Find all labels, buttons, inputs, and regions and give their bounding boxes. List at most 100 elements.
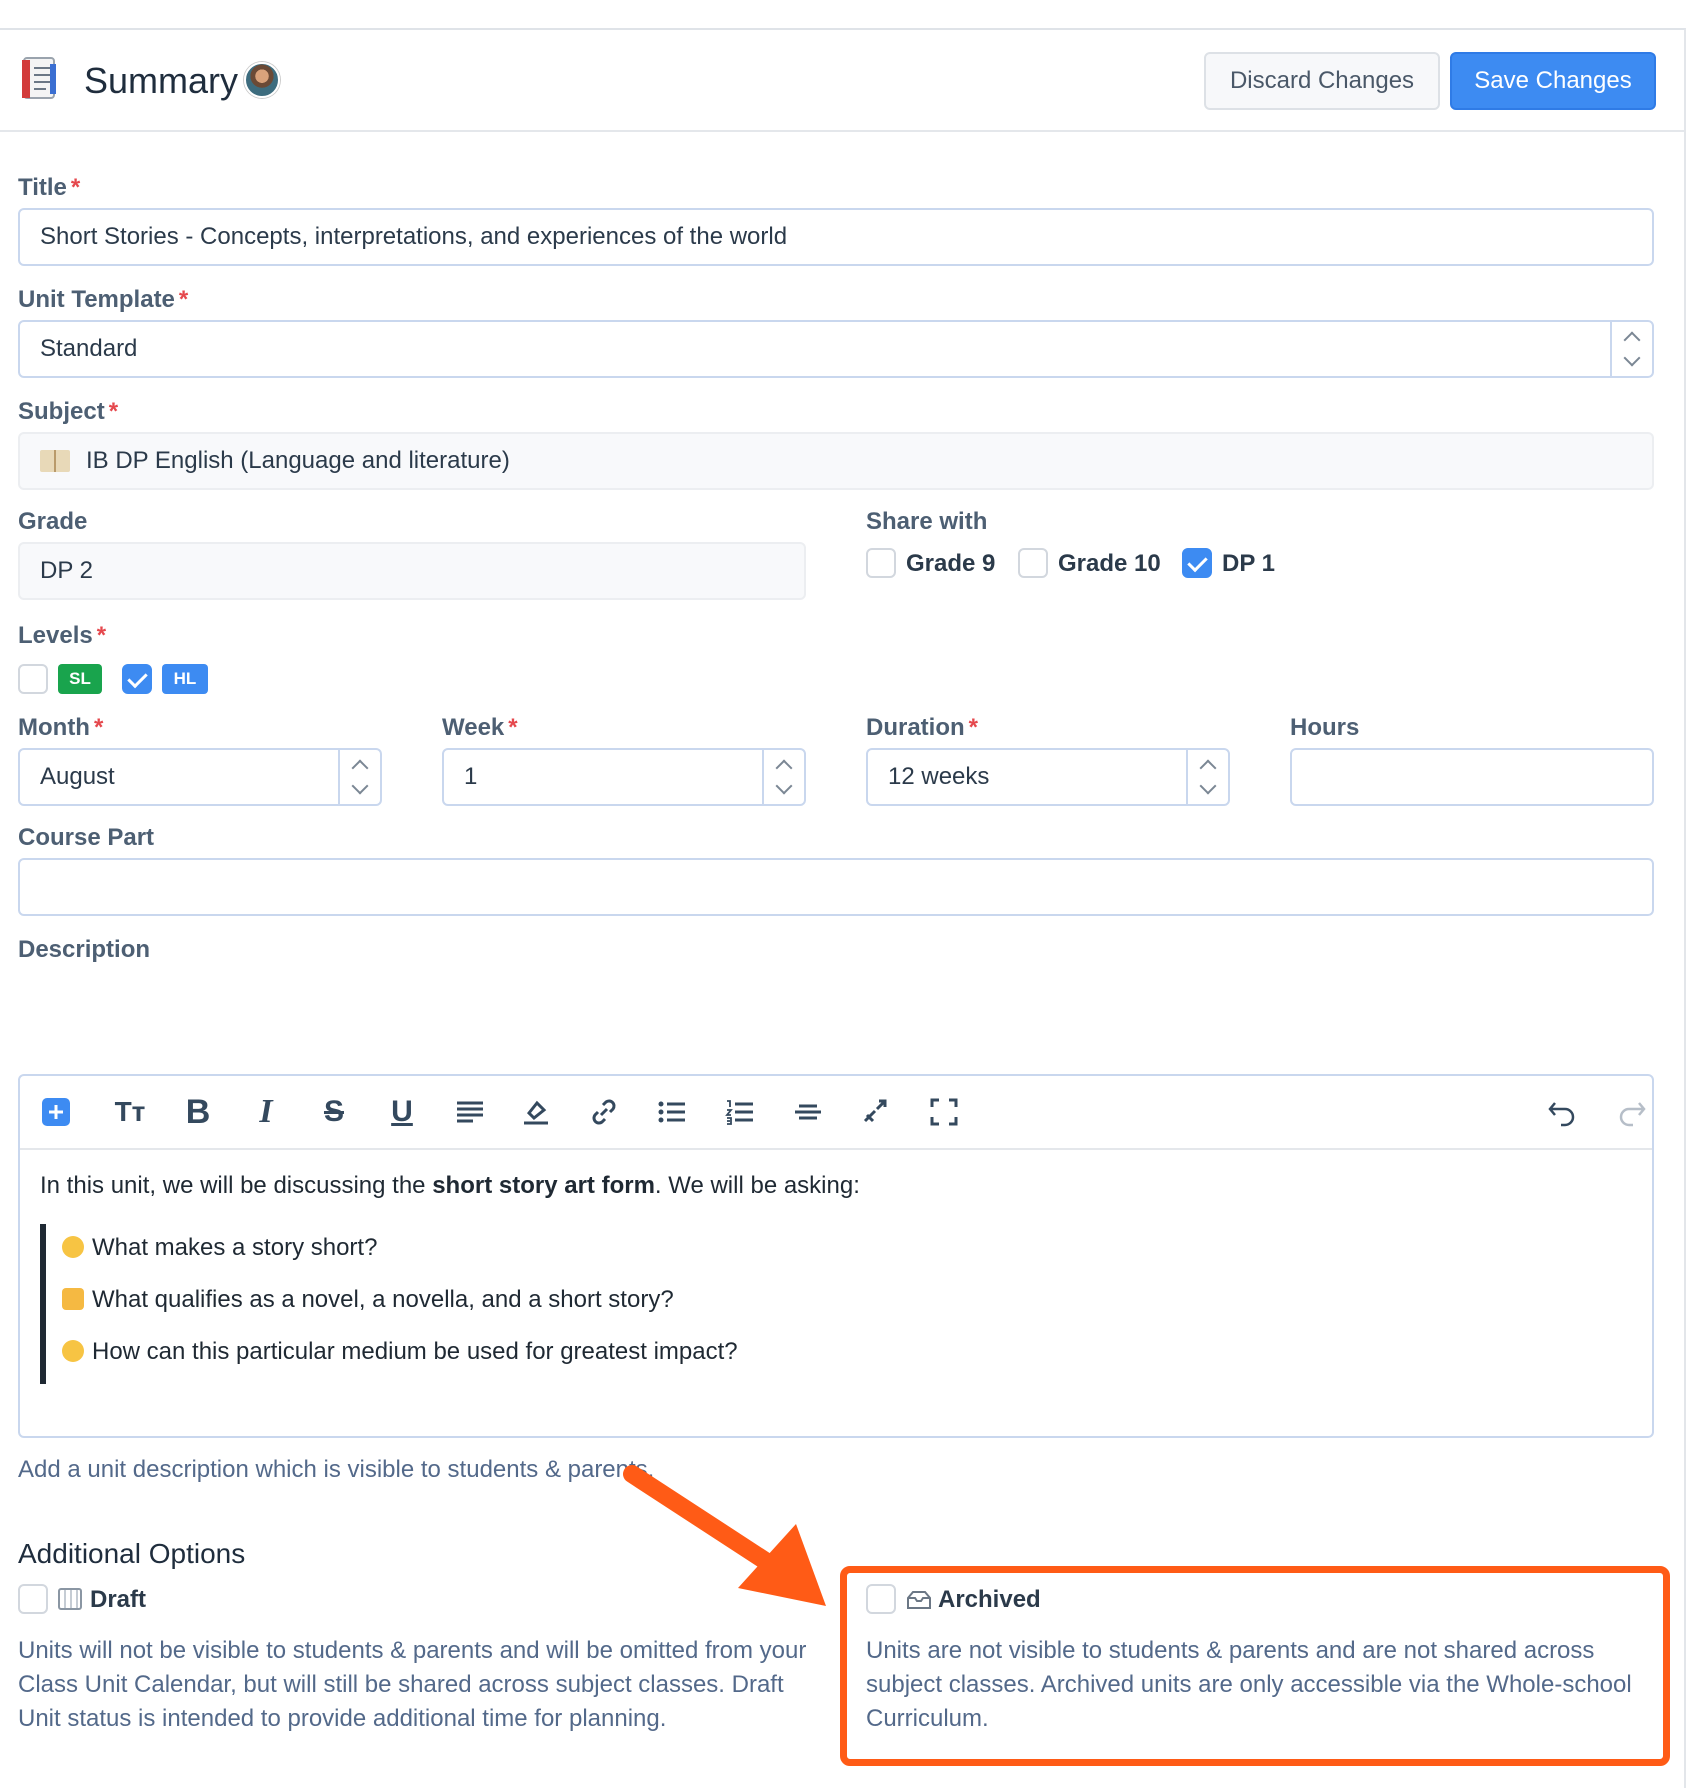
levels-label: Levels * — [18, 622, 106, 650]
title-input[interactable]: Short Stories - Concepts, interpretation… — [18, 208, 1654, 266]
description-editor[interactable]: Tт B I S U In this unit, we will be disc… — [18, 1074, 1654, 1438]
panel-header: Summary Discard Changes Save Changes — [0, 30, 1684, 132]
unit-template-label: Unit Template * — [18, 286, 188, 314]
link-icon[interactable] — [584, 1092, 624, 1132]
course-part-input[interactable] — [18, 858, 1654, 916]
select-spinner-icon[interactable] — [338, 750, 380, 804]
duration-label-text: Duration — [866, 714, 965, 741]
share-grade-10-label: Grade 10 — [1058, 550, 1161, 577]
title-label: Title * — [18, 174, 80, 202]
month-label-text: Month — [18, 714, 90, 741]
share-with-label: Share with — [866, 508, 988, 535]
draft-icon — [58, 1588, 82, 1610]
question-item: What makes a story short? — [62, 1234, 377, 1262]
draft-label: Draft — [90, 1586, 147, 1613]
select-spinner-icon[interactable] — [762, 750, 804, 804]
level-sl-badge: SL — [58, 664, 102, 694]
pleading-face-icon — [62, 1340, 84, 1362]
description-blockquote: What makes a story short? What qualifies… — [40, 1224, 1040, 1384]
numbered-list-icon[interactable] — [720, 1092, 760, 1132]
subject-field: IB DP English (Language and literature) — [18, 432, 1654, 490]
editor-toolbar: Tт B I S U — [20, 1076, 1652, 1150]
course-part-label: Course Part — [18, 824, 155, 851]
unit-template-value: Standard — [40, 335, 138, 362]
share-dp-1-label: DP 1 — [1222, 550, 1275, 577]
draft-checkbox[interactable] — [18, 1584, 48, 1614]
unit-template-select[interactable]: Standard — [18, 320, 1654, 378]
underline-icon[interactable]: U — [382, 1092, 422, 1132]
description-intro: In this unit, we will be discussing the … — [40, 1172, 1630, 1200]
highlight-icon[interactable] — [516, 1092, 556, 1132]
share-grade-10-checkbox[interactable] — [1018, 548, 1048, 578]
required-marker: * — [70, 174, 81, 201]
title-label-text: Title — [18, 174, 67, 201]
required-marker: * — [93, 714, 104, 741]
grade-field: DP 2 — [18, 542, 806, 600]
share-grade-9-label: Grade 9 — [906, 550, 996, 577]
draft-description: Units will not be visible to students & … — [18, 1637, 807, 1732]
week-label-text: Week — [442, 714, 505, 741]
duration-select[interactable]: 12 weeks — [866, 748, 1230, 806]
intro-text: In this unit, we will be discussing the — [40, 1172, 433, 1199]
undo-icon[interactable] — [1542, 1092, 1582, 1132]
strikethrough-icon[interactable]: S — [314, 1092, 354, 1132]
intro-bold-text: short story art form — [432, 1172, 655, 1199]
book-icon — [40, 450, 70, 472]
unit-template-label-text: Unit Template — [18, 286, 175, 313]
required-marker: * — [968, 714, 979, 741]
subject-label: Subject * — [18, 398, 118, 426]
clear-format-icon[interactable] — [856, 1092, 896, 1132]
level-hl-badge: HL — [162, 664, 208, 694]
month-label: Month * — [18, 714, 103, 742]
annotation-arrow-icon — [623, 1465, 826, 1606]
description-help-text: Add a unit description which is visible … — [18, 1456, 655, 1483]
description-label: Description — [18, 936, 151, 963]
align-icon[interactable] — [450, 1092, 490, 1132]
required-marker: * — [96, 622, 107, 649]
horizontal-rule-icon[interactable] — [788, 1092, 828, 1132]
question-text: How can this particular medium be used f… — [92, 1338, 738, 1365]
level-sl-checkbox[interactable] — [18, 664, 48, 694]
archived-highlight-box — [840, 1566, 1670, 1766]
bold-icon[interactable]: B — [178, 1092, 218, 1132]
select-spinner-icon[interactable] — [1610, 322, 1652, 376]
unit-summary-panel: Summary Discard Changes Save Changes Tit… — [0, 28, 1686, 1788]
required-marker: * — [178, 286, 189, 313]
bullet-list-icon[interactable] — [652, 1092, 692, 1132]
italic-icon[interactable]: I — [246, 1092, 286, 1132]
subject-label-text: Subject — [18, 398, 105, 425]
question-item: How can this particular medium be used f… — [62, 1338, 738, 1366]
week-label: Week * — [442, 714, 518, 742]
question-item: What qualifies as a novel, a novella, an… — [62, 1286, 674, 1314]
share-grade-9-checkbox[interactable] — [866, 548, 896, 578]
fullscreen-icon[interactable] — [924, 1092, 964, 1132]
grade-label: Grade — [18, 508, 88, 535]
discard-changes-button[interactable]: Discard Changes — [1204, 52, 1440, 110]
level-hl-checkbox[interactable] — [122, 664, 152, 694]
writing-hand-icon — [62, 1288, 84, 1310]
duration-label: Duration * — [866, 714, 978, 742]
levels-label-text: Levels — [18, 622, 93, 649]
share-dp-1-checkbox[interactable] — [1182, 548, 1212, 578]
question-text: What qualifies as a novel, a novella, an… — [92, 1286, 674, 1313]
question-text: What makes a story short? — [92, 1234, 378, 1261]
intro-text-end: . We will be asking: — [654, 1172, 860, 1199]
month-select[interactable]: August — [18, 748, 382, 806]
week-select[interactable]: 1 — [442, 748, 806, 806]
page-title: Summary — [84, 60, 239, 101]
duration-value: 12 weeks — [888, 763, 990, 790]
avatar[interactable] — [244, 62, 280, 98]
thinking-face-icon — [62, 1236, 84, 1258]
select-spinner-icon[interactable] — [1186, 750, 1228, 804]
subject-value: IB DP English (Language and literature) — [86, 447, 510, 474]
additional-options-title: Additional Options — [18, 1538, 246, 1569]
week-value: 1 — [464, 763, 478, 790]
hours-label: Hours — [1290, 714, 1360, 741]
add-icon[interactable] — [36, 1092, 76, 1132]
month-value: August — [40, 763, 115, 790]
hours-input[interactable] — [1290, 748, 1654, 806]
redo-icon[interactable] — [1612, 1092, 1652, 1132]
required-marker: * — [108, 398, 119, 425]
save-changes-button[interactable]: Save Changes — [1450, 52, 1656, 110]
text-size-icon[interactable]: Tт — [110, 1092, 150, 1132]
